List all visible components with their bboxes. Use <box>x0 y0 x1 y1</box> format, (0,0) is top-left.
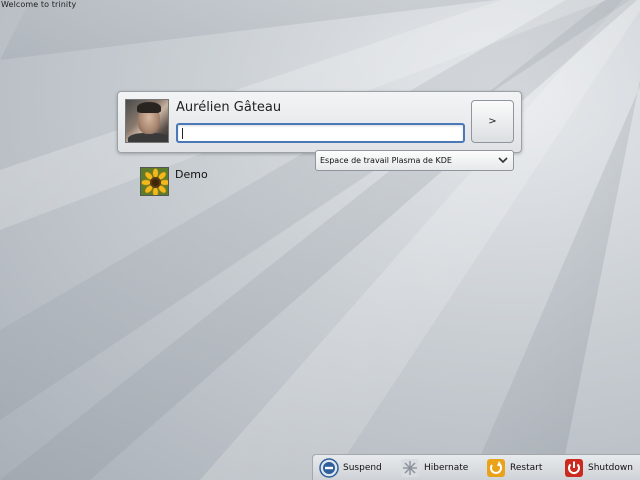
desktop-background <box>0 0 640 480</box>
user-name: Aurélien Gâteau <box>176 100 282 115</box>
shutdown-button[interactable]: Shutdown <box>564 458 639 478</box>
suspend-button[interactable]: Suspend <box>319 458 389 478</box>
session-selected-value: Espace de travail Plasma de KDE <box>320 156 452 165</box>
session-select[interactable]: Espace de travail Plasma de KDE <box>315 150 514 171</box>
text-caret <box>182 128 183 139</box>
chevron-down-icon <box>498 157 508 164</box>
user-list-item-demo[interactable]: Demo <box>140 167 230 197</box>
restart-icon <box>487 459 505 477</box>
hibernate-button[interactable]: Hibernate <box>400 458 470 478</box>
user-name-label: Demo <box>175 168 208 181</box>
login-button[interactable]: > <box>471 100 514 143</box>
suspend-icon <box>319 458 339 478</box>
light-rays <box>0 0 640 480</box>
power-icon <box>565 459 583 477</box>
sunflower-icon <box>140 167 169 196</box>
restart-button[interactable]: Restart <box>486 458 556 478</box>
power-bar: Suspend Hibernate Restart Shutdown <box>312 454 640 480</box>
snowflake-icon <box>401 459 419 477</box>
login-panel: Aurélien Gâteau > <box>117 91 522 153</box>
welcome-message: Welcome to trinity <box>1 0 77 9</box>
password-input[interactable] <box>176 123 465 143</box>
user-avatar[interactable] <box>125 99 169 143</box>
